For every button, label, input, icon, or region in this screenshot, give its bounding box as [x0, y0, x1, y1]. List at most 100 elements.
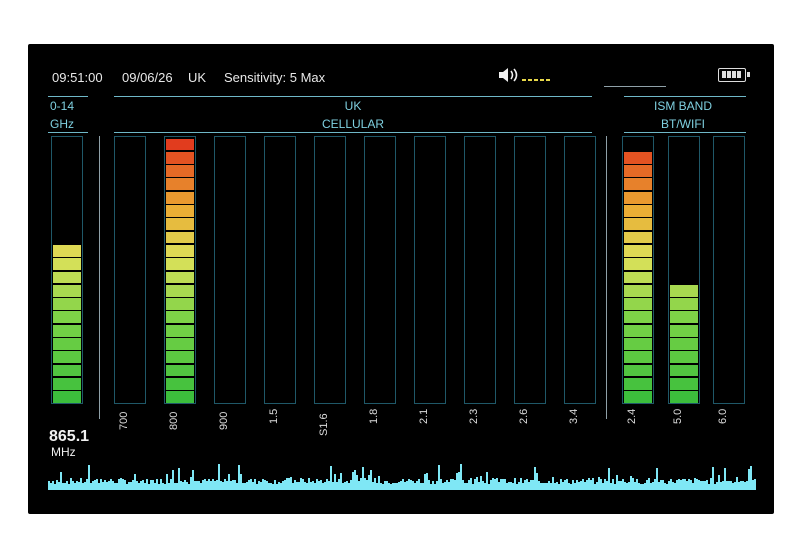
spectrum-sample — [754, 478, 756, 490]
ism-meter-5-0-segment — [670, 311, 698, 324]
time-readout: 09:51:00 — [52, 70, 103, 85]
cellular-meter-1-5 — [264, 136, 296, 404]
ism-meter-2-4-segment — [624, 391, 652, 403]
cellular-meter-3-4 — [564, 136, 596, 404]
ism-meter-2-4-segment — [624, 258, 652, 270]
wideband-meter-segment — [53, 271, 81, 284]
ism-meter-2-4-segment — [624, 364, 652, 377]
ism-meter-2-4-segment — [624, 231, 652, 244]
date-readout: 09/06/26 — [122, 70, 173, 85]
cellular-meter-2-3 — [464, 136, 496, 404]
ism-meter-5-0-segment — [670, 338, 698, 350]
ism-bottom-rule — [624, 132, 746, 133]
cellular-meter-800-segment — [166, 324, 194, 337]
cellular-meter-800-segment — [166, 377, 194, 390]
cellular-meter-800-segment — [166, 244, 194, 257]
cellular-bottom-rule — [114, 132, 592, 133]
band-label-5-0: 5.0 — [672, 408, 684, 424]
ism-meter-2-4-segment — [624, 298, 652, 310]
cellular-meter-800-segment — [166, 231, 194, 244]
ism-meter-2-4-segment — [624, 351, 652, 364]
cellular-meter-800-segment — [166, 284, 194, 297]
band-label-s1-6: S1.6 — [318, 413, 330, 436]
cellular-meter-2-1 — [414, 136, 446, 404]
left-divider — [99, 136, 100, 419]
cellular-meter-1-8 — [364, 136, 396, 404]
ism-meter-5-0-segment — [670, 298, 698, 310]
wideband-meter-segment — [53, 284, 81, 297]
ism-meter-2-4-segment — [624, 151, 652, 164]
wideband-bottom-rule — [48, 132, 88, 133]
cellular-meter-800-segment — [166, 364, 194, 377]
ism-title-line1: ISM BAND — [653, 99, 712, 113]
frequency-value: 865.1 — [49, 428, 90, 445]
band-label-2-6: 2.6 — [518, 408, 530, 424]
band-label-3-4: 3.4 — [568, 408, 580, 424]
ism-meter-5-0-segment — [670, 284, 698, 297]
ism-meter-5-0-segment — [670, 324, 698, 337]
cellular-meter-800-segment — [166, 391, 194, 403]
band-label-700: 700 — [118, 411, 130, 430]
status-divider — [604, 86, 666, 87]
wideband-title-line2: GHz — [50, 117, 74, 131]
band-label-1-5: 1.5 — [268, 408, 280, 424]
wideband-meter-segment — [53, 311, 81, 324]
cellular-meter-800-segment — [166, 138, 194, 151]
ism-meter-5-0-segment — [670, 391, 698, 403]
wideband-meter-segment — [53, 377, 81, 390]
band-label-2-1: 2.1 — [418, 408, 430, 424]
ism-title-line2: BT/WIFI — [661, 117, 705, 131]
ism-meter-2-4-segment — [624, 324, 652, 337]
region-readout: UK — [188, 70, 207, 85]
ism-meter-5-0-segment — [670, 377, 698, 390]
band-label-1-8: 1.8 — [368, 408, 380, 424]
cellular-meter-800-segment — [166, 351, 194, 364]
band-label-6-0: 6.0 — [717, 408, 729, 424]
ism-meter-2-4-segment — [624, 377, 652, 390]
wideband-meter-segment — [53, 244, 81, 257]
wideband-meter-segment — [53, 338, 81, 350]
cellular-meter-800-segment — [166, 178, 194, 191]
ism-meter-2-4-segment — [624, 191, 652, 204]
cellular-meter-800 — [164, 136, 196, 404]
band-label-2-4: 2.4 — [626, 408, 638, 424]
ism-meter-2-4 — [622, 136, 654, 404]
ism-meter-2-4-segment — [624, 311, 652, 324]
band-label-900: 900 — [218, 411, 230, 430]
wideband-meter — [51, 136, 83, 404]
cellular-meter-2-6 — [514, 136, 546, 404]
band-label-800: 800 — [168, 411, 180, 430]
ism-meter-5-0-segment — [670, 364, 698, 377]
cellular-meter-800-segment — [166, 191, 194, 204]
right-divider — [606, 136, 607, 419]
cellular-meter-800-segment — [166, 338, 194, 350]
ism-meter-2-4-segment — [624, 205, 652, 217]
cellular-title-line1: UK — [344, 99, 362, 113]
cellular-meter-s1-6 — [314, 136, 346, 404]
wideband-meter-segment — [53, 391, 81, 403]
ism-meter-2-4-segment — [624, 244, 652, 257]
wideband-title-line1: 0-14 — [50, 99, 75, 113]
analyzer-screen: 09:51:00 09/06/26 UK Sensitivity: 5 Max … — [28, 44, 774, 514]
cellular-meter-900 — [214, 136, 246, 404]
wideband-meter-segment — [53, 351, 81, 364]
ism-meter-2-4-segment — [624, 218, 652, 231]
cellular-meter-800-segment — [166, 311, 194, 324]
ism-meter-2-4-segment — [624, 165, 652, 177]
cellular-meter-800-segment — [166, 271, 194, 284]
sensitivity-readout: Sensitivity: 5 Max — [224, 70, 326, 85]
cellular-meter-800-segment — [166, 151, 194, 164]
cellular-meter-800-segment — [166, 258, 194, 270]
battery-icon — [718, 68, 750, 82]
speaker-icon[interactable] — [498, 66, 558, 84]
ism-meter-6-0 — [713, 136, 745, 404]
wideband-meter-segment — [53, 258, 81, 270]
wideband-meter-segment — [53, 298, 81, 310]
cellular-meter-800-segment — [166, 165, 194, 177]
ism-top-rule — [624, 96, 746, 97]
wideband-top-rule — [48, 96, 88, 97]
cellular-meter-700 — [114, 136, 146, 404]
cellular-title-line2: CELLULAR — [321, 117, 385, 131]
ism-meter-5-0-segment — [670, 351, 698, 364]
cellular-meter-800-segment — [166, 205, 194, 217]
